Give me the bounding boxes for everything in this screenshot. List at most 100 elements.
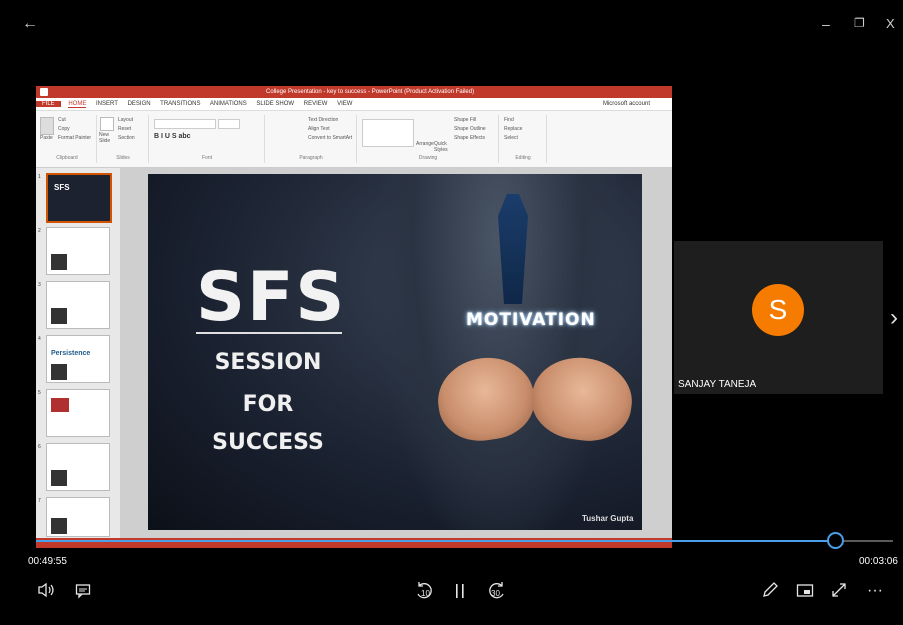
pen-icon[interactable] (760, 581, 780, 601)
ppt-align-text: Align Text (308, 126, 330, 132)
ppt-group-label: Editing (515, 155, 531, 161)
thumb-image (51, 308, 67, 324)
thumb-image (51, 398, 69, 412)
ppt-quick-styles: Quick Styles (434, 141, 448, 153)
thumbnail-slide-3 (46, 281, 110, 329)
seek-bar-progress (36, 540, 835, 542)
ppt-window-title: College Presentation - key to success - … (266, 89, 475, 95)
font-format-icons: B I U S abc (154, 133, 191, 140)
thumbnail-slide-2 (46, 227, 110, 275)
ppt-tab-transitions: TRANSITIONS (160, 101, 201, 107)
powerpoint-logo-icon (40, 88, 48, 96)
font-name-field (154, 119, 216, 129)
thumbnail-slide-4: Persistence (46, 335, 110, 383)
ppt-group-font: B I U S abc Font (150, 115, 265, 163)
mini-view-icon[interactable] (795, 583, 815, 601)
thumb-number: 5 (38, 390, 41, 396)
ppt-tab-insert: INSERT (96, 101, 118, 107)
skip-back-icon[interactable]: 10 (413, 580, 435, 604)
shapes-gallery (362, 119, 414, 147)
skip-back-label: 10 (421, 589, 430, 598)
thumb-number: 1 (38, 174, 41, 180)
ppt-title-bar: College Presentation - key to success - … (36, 86, 672, 98)
captions-icon[interactable] (73, 583, 93, 603)
slide-sfs-title: SFS (196, 258, 347, 337)
close-button[interactable]: X (886, 16, 895, 31)
ppt-layout: Layout (118, 117, 134, 123)
ppt-tab-review: REVIEW (303, 101, 328, 107)
slide-author-text: Tushar Gupta (582, 514, 634, 523)
volume-icon[interactable] (36, 582, 56, 602)
minimize-button[interactable]: – (822, 16, 830, 32)
thumb-image (51, 470, 67, 486)
ppt-group-paragraph: Text Direction Align Text Convert to Sma… (266, 115, 357, 163)
ppt-new-slide: New Slide (99, 132, 111, 144)
ppt-slide-thumbnails: 1 SFS 2 3 4 Persistence 5 6 7 (36, 168, 121, 538)
thumb-number: 3 (38, 282, 41, 288)
slide-session-text: SESSION (214, 350, 322, 375)
thumb-image (51, 254, 67, 270)
ppt-convert-smartart: Convert to SmartArt (308, 135, 353, 141)
ppt-group-label: Drawing (418, 155, 438, 161)
skip-forward-icon[interactable]: 30 (486, 580, 508, 604)
fullscreen-icon[interactable] (829, 581, 849, 601)
current-slide: SFS SESSION FOR SUCCESS MOTIVATION Tusha… (148, 174, 642, 530)
ppt-tab-design: DESIGN (127, 101, 151, 107)
ppt-ribbon-tabs: FILE HOME INSERT DESIGN TRANSITIONS ANIM… (36, 98, 672, 111)
thumb-number: 4 (38, 336, 41, 342)
back-arrow-icon[interactable]: ← (22, 15, 38, 33)
new-slide-icon (100, 117, 114, 131)
ppt-arrange: Arrange (416, 141, 434, 147)
font-size-field (218, 119, 240, 129)
slide-motivation-text: MOTIVATION (466, 310, 596, 330)
ppt-tab-view: VIEW (337, 101, 353, 107)
paste-icon (40, 117, 54, 135)
thumbnail-slide-5 (46, 389, 110, 437)
ppt-group-drawing: Arrange Quick Styles Shape Fill Shape Ou… (358, 115, 499, 163)
skip-forward-label: 30 (491, 589, 500, 598)
ppt-shape-outline: Shape Outline (454, 126, 486, 132)
shared-screen: College Presentation - key to success - … (36, 86, 672, 548)
remaining-time: 00:03:06 (859, 556, 898, 567)
ppt-copy: Copy (58, 126, 70, 132)
ppt-format-painter: Format Painter (58, 135, 92, 141)
ppt-tab-animations: ANIMATIONS (209, 101, 247, 107)
ppt-paste-label: Paste (40, 135, 53, 141)
ppt-group-clipboard: Paste Cut Copy Format Painter Clipboard (38, 115, 97, 163)
chevron-right-icon[interactable]: › (890, 304, 898, 332)
ppt-tab-home: HOME (68, 101, 87, 108)
ppt-group-label: Paragraph (299, 155, 323, 161)
thumb-number: 6 (38, 444, 41, 450)
pause-icon[interactable] (452, 582, 468, 602)
ppt-group-label: Font (201, 155, 212, 161)
thumbnail-slide-7 (46, 497, 110, 537)
ppt-group-slides: New Slide Layout Reset Section Slides (98, 115, 149, 163)
ppt-select: Select (504, 135, 518, 141)
ppt-tab-file: FILE (36, 101, 61, 107)
ppt-shape-effects: Shape Effects (454, 135, 486, 141)
thumb-number: 7 (38, 498, 41, 504)
thumb-number: 2 (38, 228, 41, 234)
ppt-reset: Reset (118, 126, 132, 132)
thumb-sfs-text: SFS (54, 183, 70, 192)
ppt-section: Section (118, 135, 135, 141)
ppt-cut: Cut (58, 117, 66, 123)
slide-suit-image (378, 174, 618, 530)
ppt-group-label: Slides (116, 155, 130, 161)
ppt-replace: Replace (504, 126, 523, 132)
slide-title-underline (196, 332, 342, 334)
ppt-group-editing: Find Replace Select Editing (500, 115, 547, 163)
slide-success-text: SUCCESS (212, 430, 324, 455)
ppt-find: Find (504, 117, 514, 123)
restore-button[interactable]: ❐ (854, 16, 865, 30)
participant-avatar: S (752, 284, 804, 336)
ppt-ribbon: Paste Cut Copy Format Painter Clipboard … (36, 111, 672, 168)
seek-bar-thumb[interactable] (827, 532, 844, 549)
ppt-group-label: Clipboard (56, 155, 78, 161)
thumb-image (51, 518, 67, 534)
ppt-text-direction: Text Direction (308, 117, 339, 123)
thumbnail-slide-6 (46, 443, 110, 491)
ppt-account: Microsoft account (602, 101, 650, 107)
more-options-icon[interactable]: ··· (864, 582, 886, 600)
ppt-shape-fill: Shape Fill (454, 117, 477, 123)
